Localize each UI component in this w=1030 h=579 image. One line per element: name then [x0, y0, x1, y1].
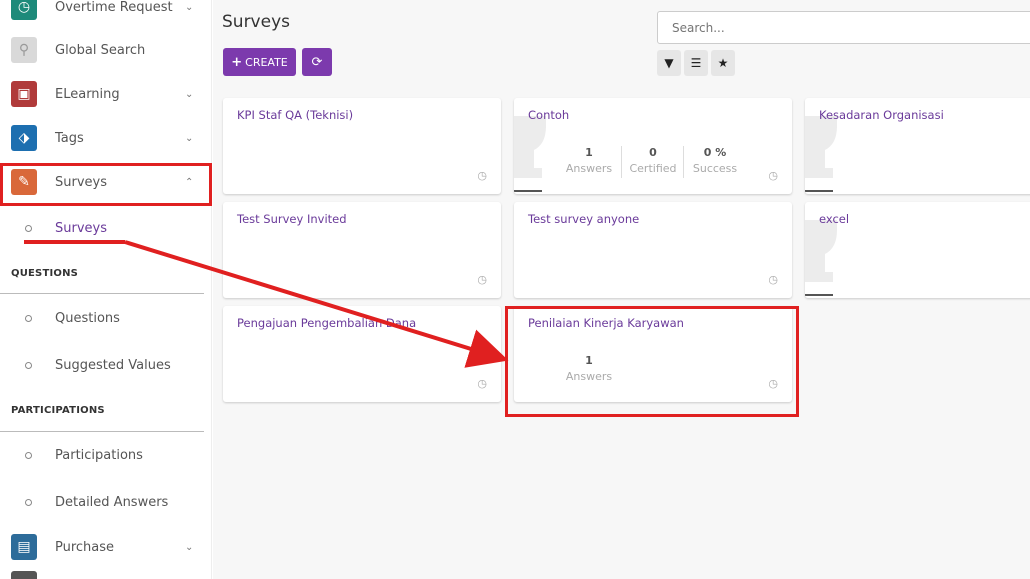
sidebar-item-global-search[interactable]: ⚲ Global Search [0, 30, 212, 70]
page-title: Surveys [222, 12, 290, 32]
survey-card[interactable]: excel [805, 202, 1030, 298]
survey-card[interactable]: Test survey anyone ◷ [514, 202, 792, 298]
purchase-icon: ▤ [11, 534, 37, 560]
sidebar-item-tags[interactable]: ⬗ Tags ⌄ [0, 118, 212, 158]
card-title: excel [819, 212, 850, 226]
search-app-icon: ⚲ [11, 37, 37, 63]
plus-icon: + [231, 54, 243, 70]
survey-card[interactable]: Test Survey Invited ◷ [223, 202, 501, 298]
sidebar-subitem-label: Participations [55, 447, 143, 463]
sidebar-subitem-surveys[interactable]: Surveys [0, 213, 212, 243]
clock-icon[interactable]: ◷ [477, 169, 487, 182]
trophy-icon [805, 116, 837, 192]
list-icon: ☰ [690, 56, 702, 70]
star-icon: ★ [717, 56, 729, 70]
sidebar-item-label: Tags [55, 130, 84, 146]
stat-value: 0 % [703, 146, 727, 159]
survey-card[interactable]: Kesadaran Organisasi [805, 98, 1030, 194]
chevron-down-icon: ⌄ [185, 88, 194, 100]
elearning-icon: ▣ [11, 81, 37, 107]
survey-card[interactable]: Pengajuan Pengembalian Dana ◷ [223, 306, 501, 402]
sidebar-item-label: Global Search [55, 42, 146, 58]
sidebar-subitem-detailed-answers[interactable]: Detailed Answers [0, 487, 212, 517]
bullet-icon [25, 224, 32, 232]
sidebar-item-label: Overtime Request [55, 0, 173, 15]
stat-label: Answers [565, 162, 613, 175]
sidebar-item-label: ELearning [55, 86, 120, 102]
trophy-icon [514, 116, 546, 192]
bullet-icon [25, 361, 32, 369]
chevron-down-icon: ⌄ [185, 1, 194, 13]
sidebar-item-purchase[interactable]: ▤ Purchase ⌄ [0, 527, 212, 567]
stat-certified[interactable]: 0 Certified [624, 146, 682, 175]
group-by-button[interactable]: ☰ [684, 50, 708, 76]
sidebar-subitem-questions[interactable]: Questions [0, 303, 212, 333]
card-title: Kesadaran Organisasi [819, 108, 944, 122]
tag-icon: ⬗ [11, 125, 37, 151]
sidebar-subitem-label: Detailed Answers [55, 494, 169, 510]
main-content: Surveys + CREATE ⟳ ▼ ☰ ★ KPI Staf QA (Te… [213, 0, 1030, 579]
create-button[interactable]: + CREATE [223, 48, 296, 76]
bullet-icon [25, 451, 32, 459]
sidebar-subitem-label: Suggested Values [55, 357, 171, 373]
divider [621, 146, 622, 178]
survey-card[interactable]: Contoh 1 Answers 0 Certified 0 % Success… [514, 98, 792, 194]
divider [0, 431, 204, 432]
chevron-down-icon: ⌄ [185, 541, 194, 553]
create-button-label: CREATE [245, 55, 288, 69]
clock-icon[interactable]: ◷ [768, 169, 778, 182]
search-input[interactable] [657, 11, 1030, 44]
annotation-highlight-surveys-menu [0, 163, 212, 206]
chevron-down-icon: ⌄ [185, 132, 194, 144]
sidebar-subitem-label: Questions [55, 310, 120, 326]
bullet-icon [25, 498, 32, 506]
card-title: Pengajuan Pengembalian Dana [237, 316, 417, 330]
stat-value: 1 [585, 146, 593, 159]
sidebar-item-overtime[interactable]: ◷ Overtime Request ⌄ [0, 0, 212, 27]
stat-success[interactable]: 0 % Success [686, 146, 744, 175]
favorites-button[interactable]: ★ [711, 50, 735, 76]
clock-icon[interactable]: ◷ [768, 273, 778, 286]
clock-icon[interactable]: ◷ [477, 377, 487, 390]
stat-value: 0 [649, 146, 657, 159]
bullet-icon [25, 314, 32, 322]
clock-icon: ◷ [11, 0, 37, 20]
stat-label: Success [692, 162, 738, 175]
sidebar-subitem-suggested-values[interactable]: Suggested Values [0, 350, 212, 380]
sidebar-item-partial [0, 571, 212, 579]
annotation-highlight-survey-card [505, 306, 799, 417]
stat-label: Certified [629, 162, 677, 175]
refresh-icon: ⟳ [311, 54, 323, 70]
app-window: ◷ Overtime Request ⌄ ⚲ Global Search ▣ E… [0, 0, 1030, 579]
card-title: Test Survey Invited [237, 212, 347, 226]
sidebar-item-elearning[interactable]: ▣ ELearning ⌄ [0, 74, 212, 114]
clock-icon[interactable]: ◷ [477, 273, 487, 286]
divider [0, 293, 204, 294]
card-title: Test survey anyone [528, 212, 640, 226]
section-header-participations: PARTICIPATIONS [11, 405, 105, 416]
card-title: Contoh [528, 108, 570, 122]
refresh-button[interactable]: ⟳ [302, 48, 332, 76]
stat-answers[interactable]: 1 Answers [560, 146, 618, 175]
trophy-icon [805, 220, 837, 296]
sidebar-item-label: Purchase [55, 539, 115, 555]
divider [683, 146, 684, 178]
sidebar-subitem-label: Surveys [55, 220, 107, 236]
filter-icon: ▼ [664, 56, 674, 70]
filter-button[interactable]: ▼ [657, 50, 681, 76]
survey-card[interactable]: KPI Staf QA (Teknisi) ◷ [223, 98, 501, 194]
sidebar-subitem-participations[interactable]: Participations [0, 440, 212, 470]
app-icon [11, 571, 37, 579]
sidebar: ◷ Overtime Request ⌄ ⚲ Global Search ▣ E… [0, 0, 212, 579]
section-header-questions: QUESTIONS [11, 268, 79, 279]
card-title: KPI Staf QA (Teknisi) [237, 108, 354, 122]
